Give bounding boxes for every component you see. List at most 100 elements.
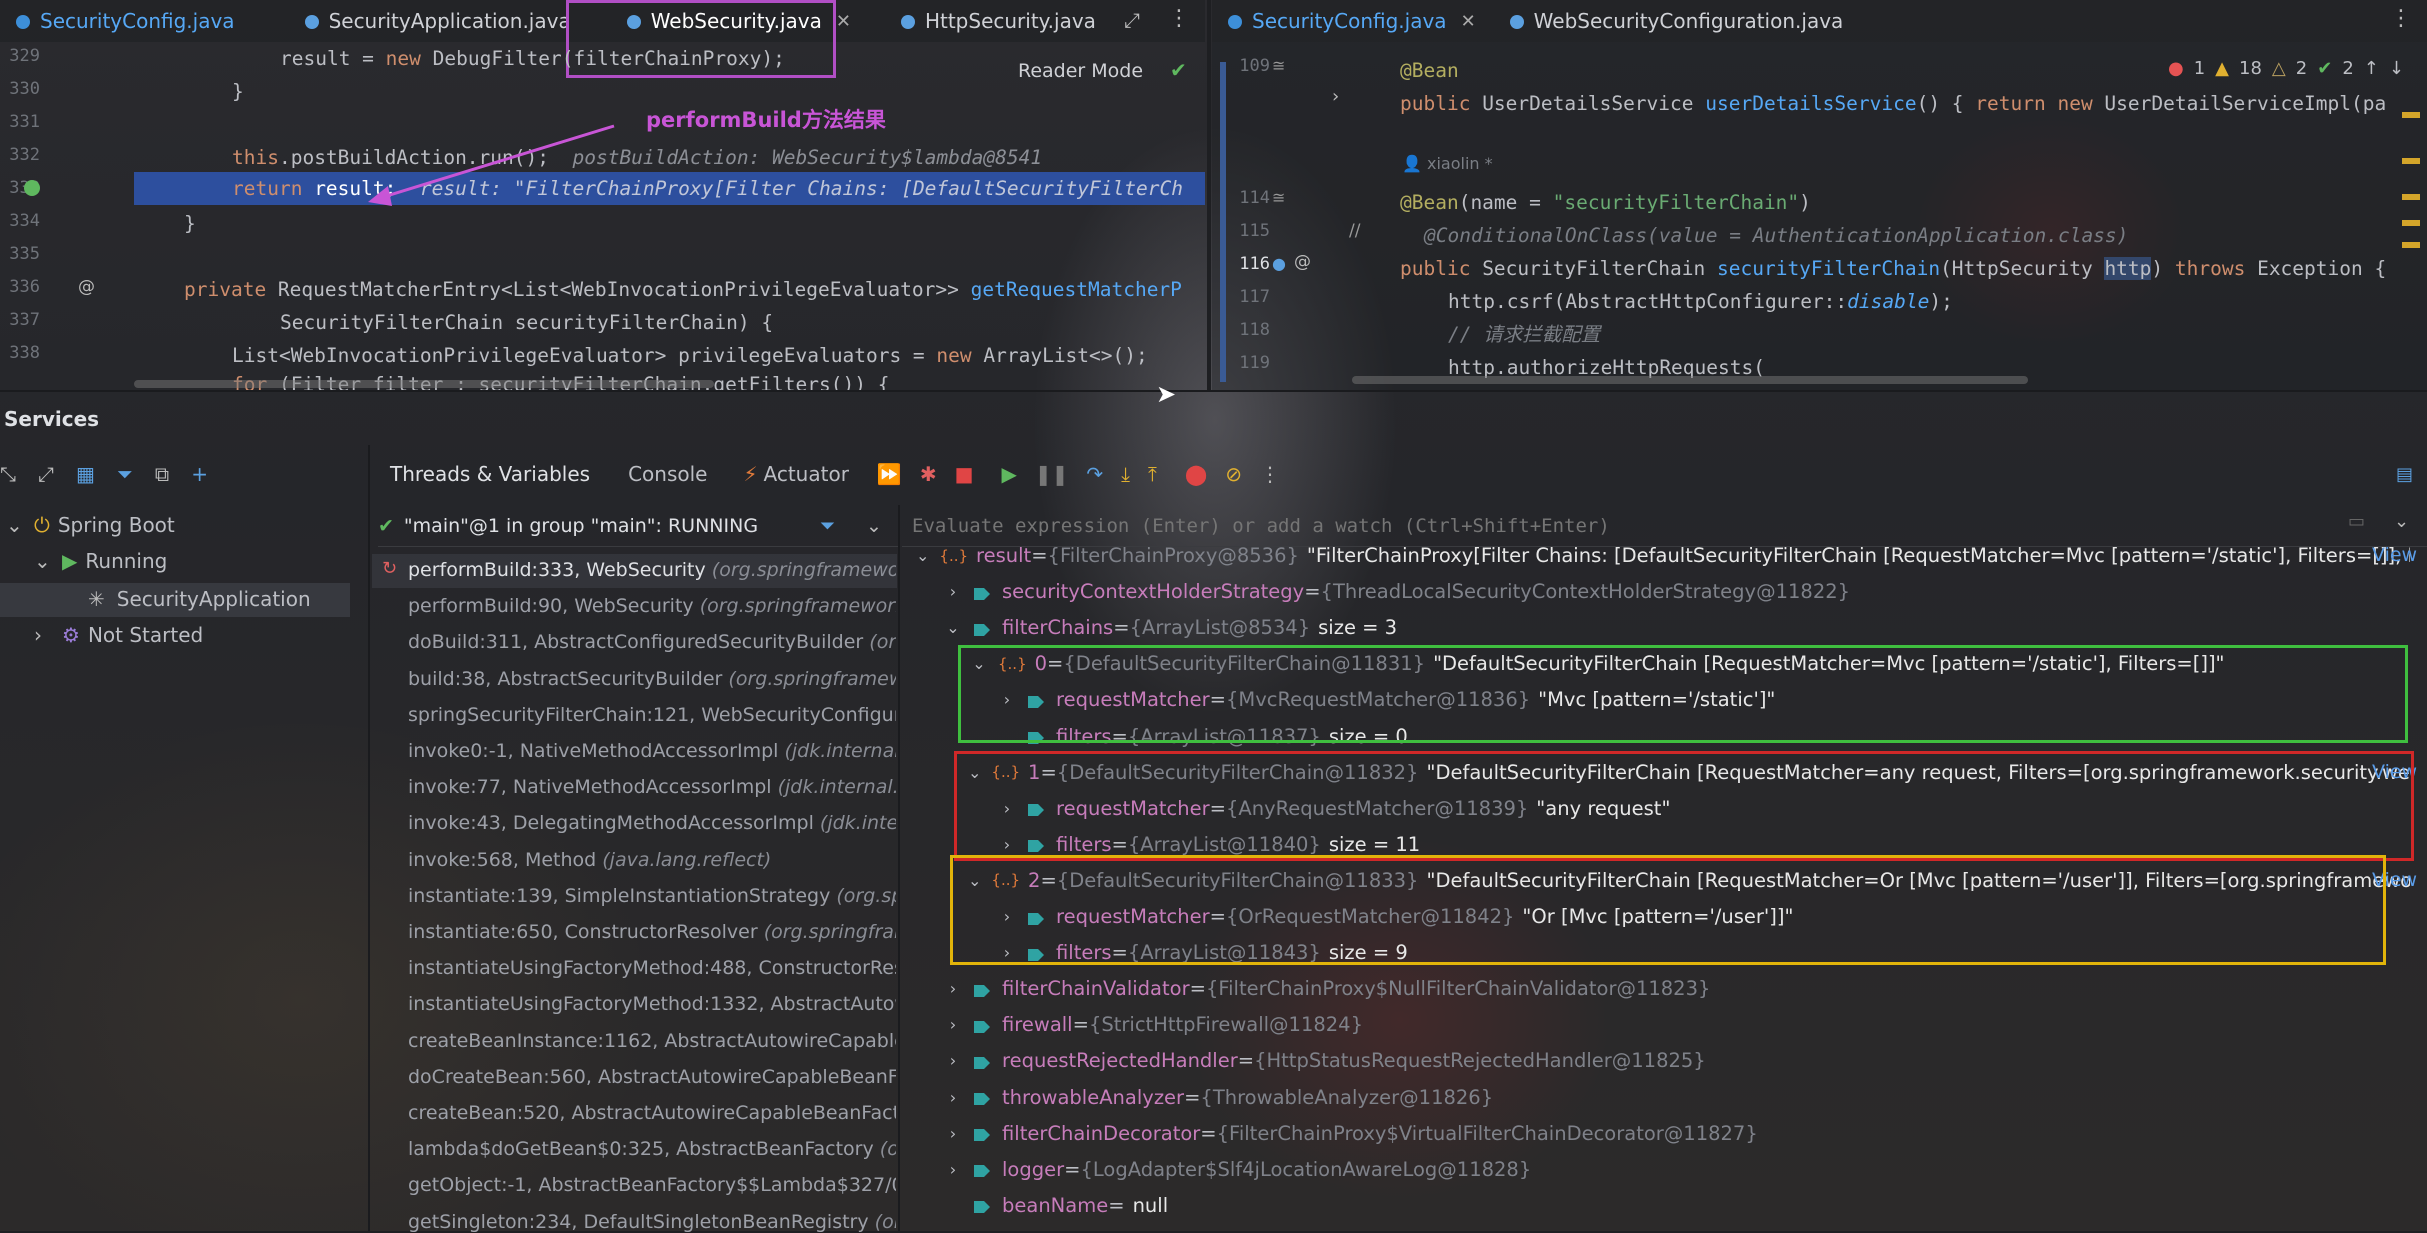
- tab-websecurityconfiguration[interactable]: WebSecurityConfiguration.java: [1494, 0, 1862, 42]
- more-options-icon[interactable]: ⋮: [1260, 462, 1280, 486]
- filter-icon[interactable]: ⏷: [820, 515, 835, 537]
- stack-frame[interactable]: getSingleton:234, DefaultSingletonBeanRe…: [408, 1211, 896, 1233]
- play-icon[interactable]: ▶: [1002, 462, 1017, 486]
- panel-divider[interactable]: [0, 390, 2427, 392]
- chevron-right-icon[interactable]: ›: [944, 979, 962, 998]
- chevron-right-icon[interactable]: ›: [944, 1160, 962, 1179]
- collapse-all-icon[interactable]: ⤢: [38, 462, 54, 486]
- chevron-right-icon[interactable]: ›: [944, 1051, 962, 1070]
- breakpoint-check-icon[interactable]: [24, 180, 40, 196]
- chevron-right-icon[interactable]: ›: [34, 623, 56, 647]
- stack-frame[interactable]: instantiateUsingFactoryMethod:488, Const…: [408, 957, 896, 979]
- group-by-icon[interactable]: ▦: [76, 462, 95, 486]
- previous-highlight-icon[interactable]: ↑: [2364, 58, 2379, 79]
- filter-icon[interactable]: ⏷: [117, 462, 133, 486]
- stack-frame[interactable]: springSecurityFilterChain:121, WebSecuri…: [408, 704, 896, 726]
- frames-splitter[interactable]: [898, 505, 900, 1231]
- fold-icon[interactable]: ≅: [1272, 188, 1285, 207]
- variable-row[interactable]: › firewall = {StrictHttpFirewall@11824}: [944, 1013, 2410, 1036]
- chevron-down-icon[interactable]: ⌄: [916, 546, 929, 565]
- chevron-down-icon[interactable]: ⌄: [6, 513, 28, 537]
- stack-frame[interactable]: invoke:568, Method (java.lang.reflect): [408, 849, 896, 871]
- thread-selector[interactable]: ✔ "main"@1 in group "main": RUNNING ⏷ ⌄: [378, 505, 898, 547]
- evaluate-expression-input[interactable]: [912, 511, 2312, 541]
- tab-securityconfig-left[interactable]: SecurityConfig.java: [0, 0, 253, 42]
- variable-row[interactable]: ⌄ filterChains = {ArrayList@8534} size = 3: [944, 616, 2410, 639]
- stack-frame[interactable]: performBuild:90, WebSecurity (org.spring…: [408, 595, 896, 617]
- stack-frame[interactable]: instantiate:139, SimpleInstantiationStra…: [408, 885, 896, 907]
- variable-row[interactable]: › securityContextHolderStrategy = {Thread…: [944, 580, 2410, 603]
- stop-icon[interactable]: ■: [955, 462, 974, 486]
- close-tab-icon[interactable]: ✕: [1461, 11, 1476, 32]
- inspection-widget[interactable]: ● 1 ▲ 18 △ 2 ✔ 2 ↑ ↓: [2168, 58, 2404, 79]
- tab-console[interactable]: Console: [628, 462, 707, 486]
- left-editor[interactable]: 329 330 331 332 333 334 335 336 337 338 …: [0, 42, 1205, 390]
- stack-frame[interactable]: lambda$doGetBean$0:325, AbstractBeanFact…: [408, 1138, 896, 1160]
- variable-row[interactable]: › logger = {LogAdapter$Slf4jLocationAware…: [944, 1158, 2410, 1181]
- stack-frame[interactable]: instantiate:650, ConstructorResolver (or…: [408, 921, 896, 943]
- stack-frame[interactable]: build:38, AbstractSecurityBuilder (org.s…: [408, 668, 896, 690]
- more-options-icon[interactable]: ⋮: [2390, 6, 2412, 31]
- debug-bug-icon[interactable]: ✱: [920, 462, 937, 486]
- variable-row[interactable]: › filterChainValidator = {FilterChainProx…: [944, 977, 2410, 1000]
- layout-icon[interactable]: ▤: [2396, 464, 2413, 485]
- tree-item-securityapplication[interactable]: ✳ SecurityApplication: [88, 587, 311, 611]
- more-options-icon[interactable]: ⋮: [1168, 6, 1190, 31]
- services-splitter[interactable]: [368, 445, 370, 1231]
- expand-all-icon[interactable]: ⤡: [0, 462, 16, 486]
- view-breakpoints-icon[interactable]: ⬤: [1185, 462, 1207, 486]
- variable-row[interactable]: › filterChainDecorator = {FilterChainProx…: [944, 1122, 2410, 1145]
- mute-breakpoints-icon[interactable]: ⊘: [1225, 462, 1242, 486]
- chevron-down-icon[interactable]: ⌄: [2394, 511, 2409, 532]
- variable-row[interactable]: beanName = null: [944, 1194, 2410, 1217]
- horizontal-scrollbar[interactable]: [134, 380, 714, 388]
- reader-mode-toggle[interactable]: Reader Mode: [1018, 60, 1143, 82]
- stack-frame[interactable]: invoke:77, NativeMethodAccessorImpl (jdk…: [408, 776, 896, 798]
- resume-icon[interactable]: ⏩: [877, 462, 902, 486]
- expand-chevron-icon[interactable]: ›: [1332, 86, 1339, 107]
- step-over-icon[interactable]: ↷: [1086, 462, 1103, 486]
- tab-securityapplication[interactable]: SecurityApplication.java: [289, 0, 589, 42]
- horizontal-scrollbar[interactable]: [1352, 376, 2028, 384]
- variable-row[interactable]: › throwableAnalyzer = {ThrowableAnalyzer@…: [944, 1086, 2410, 1109]
- variable-row[interactable]: ⌄ {..} result = {FilterChainProxy@8536} "Fi…: [916, 544, 2410, 567]
- tab-securityconfig-right[interactable]: SecurityConfig.java ✕: [1212, 0, 1494, 42]
- stack-frame[interactable]: createBeanInstance:1162, AbstractAutowir…: [408, 1030, 896, 1052]
- next-highlight-icon[interactable]: ↓: [2389, 58, 2404, 79]
- step-into-icon[interactable]: ⤓: [1121, 462, 1130, 486]
- fold-icon[interactable]: ≅: [1272, 56, 1285, 75]
- bean-gutter-icon[interactable]: ●: [1272, 254, 1286, 273]
- tab-actuator[interactable]: Actuator: [764, 462, 849, 486]
- stack-frame[interactable]: invoke:43, DelegatingMethodAccessorImpl …: [408, 812, 896, 834]
- error-stripe[interactable]: [2402, 102, 2420, 292]
- chevron-right-icon[interactable]: ›: [944, 1124, 962, 1143]
- variable-row[interactable]: › requestRejectedHandler = {HttpStatusReq…: [944, 1049, 2410, 1072]
- chevron-down-icon[interactable]: ⌄: [944, 618, 962, 637]
- tree-item-spring-boot[interactable]: ⌄ ⏻ Spring Boot: [6, 513, 175, 537]
- tree-item-not-started[interactable]: › ⚙ Not Started: [34, 623, 203, 647]
- stack-frame[interactable]: instantiateUsingFactoryMethod:1332, Abst…: [408, 993, 896, 1015]
- chevron-right-icon[interactable]: ›: [944, 1088, 962, 1107]
- pause-icon[interactable]: ❚❚: [1035, 462, 1069, 486]
- step-out-icon[interactable]: ⤒: [1148, 462, 1157, 486]
- stack-frame[interactable]: getObject:-1, AbstractBeanFactory$$Lambd…: [408, 1174, 896, 1196]
- expand-icon[interactable]: ⤢: [1124, 8, 1140, 32]
- add-watch-icon[interactable]: ▭: [2348, 511, 2365, 532]
- tree-item-running[interactable]: ⌄ ▶ Running: [34, 549, 167, 573]
- stack-frame[interactable]: invoke0:-1, NativeMethodAccessorImpl (jd…: [408, 740, 896, 762]
- new-tab-icon[interactable]: ⧉: [155, 462, 169, 486]
- add-service-icon[interactable]: +: [191, 462, 208, 486]
- editor-splitter[interactable]: [1207, 0, 1211, 390]
- tab-httpsecurity[interactable]: HttpSecurity.java: [885, 0, 1114, 42]
- tab-threads-variables[interactable]: Threads & Variables: [390, 462, 590, 486]
- stack-frame[interactable]: doCreateBean:560, AbstractAutowireCapabl…: [408, 1066, 896, 1088]
- chevron-down-icon[interactable]: ⌄: [866, 515, 882, 537]
- chevron-down-icon[interactable]: ⌄: [34, 549, 56, 573]
- chevron-right-icon[interactable]: ›: [944, 1015, 962, 1034]
- close-tab-icon[interactable]: ✕: [836, 11, 851, 32]
- stack-frame[interactable]: performBuild:333, WebSecurity (org.sprin…: [408, 559, 896, 581]
- stack-frame[interactable]: doBuild:311, AbstractConfiguredSecurityB…: [408, 631, 896, 653]
- right-editor[interactable]: 109 114 115 116 117 118 119 ≅ › ≅ ● @ //…: [1212, 42, 2427, 390]
- view-link[interactable]: View: [2372, 544, 2417, 566]
- stack-frame[interactable]: createBean:520, AbstractAutowireCapableB…: [408, 1102, 896, 1124]
